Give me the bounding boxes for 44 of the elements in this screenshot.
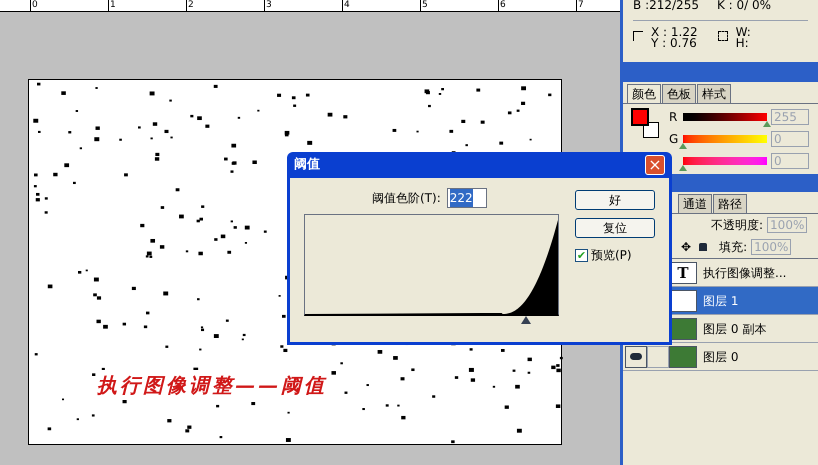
close-button[interactable]: ×: [645, 155, 665, 175]
lock-icon[interactable]: [699, 243, 708, 251]
layer-row[interactable]: 图层 0: [623, 343, 818, 371]
channel-label: G: [669, 131, 679, 148]
layer-name: 执行图像调整...: [703, 264, 786, 282]
threshold-level-label: 阈值色阶(T):: [372, 190, 441, 207]
x-reading: X : 1.22: [651, 27, 698, 38]
ruler-label: 2: [186, 0, 264, 11]
panel-tab[interactable]: 色板: [662, 84, 696, 103]
ruler-label: 0: [30, 0, 108, 11]
ruler-label: 4: [342, 0, 420, 11]
ruler-label: 1: [108, 0, 186, 11]
dialog-title: 阈值: [294, 156, 320, 174]
background-color-swatch[interactable]: [643, 122, 659, 138]
ruler-label: 3: [264, 0, 342, 11]
info-reading: B :212/255: [633, 0, 699, 14]
crosshair-icon: [633, 31, 643, 41]
w-reading: W:: [736, 27, 751, 38]
y-reading: Y : 0.76: [651, 38, 698, 49]
opacity-label: 不透明度:: [711, 217, 764, 234]
move-icon[interactable]: ✥: [681, 238, 692, 256]
fill-label: 填充:: [719, 239, 748, 256]
size-icon: [718, 31, 728, 41]
h-reading: H:: [736, 38, 750, 49]
threshold-level-field[interactable]: 222: [446, 188, 487, 208]
panel-tab[interactable]: 通道: [678, 194, 712, 213]
info-reading: K : 0/ 0%: [716, 0, 772, 14]
layer-name: 图层 0 副本: [703, 320, 766, 338]
ruler-label: 5: [420, 0, 498, 11]
layer-name: 图层 1: [703, 292, 738, 310]
panel-tab[interactable]: 路径: [713, 194, 747, 213]
dialog-button[interactable]: 好: [575, 190, 655, 210]
foreground-color-swatch[interactable]: [631, 108, 649, 126]
canvas-caption: 执行图像调整——阈值: [97, 370, 327, 400]
photo-thumbnail: [669, 346, 697, 368]
eye-icon: [630, 353, 642, 360]
panel-tab[interactable]: 颜色: [627, 84, 661, 103]
panel-tab[interactable]: 样式: [697, 84, 731, 103]
visibility-cell[interactable]: [625, 346, 647, 368]
ruler-label: 6: [498, 0, 576, 11]
dialog-button[interactable]: 复位: [575, 218, 655, 238]
threshold-slider-thumb[interactable]: [520, 316, 531, 324]
layer-name: 图层 0: [703, 348, 738, 366]
channel-label: R: [669, 109, 678, 126]
